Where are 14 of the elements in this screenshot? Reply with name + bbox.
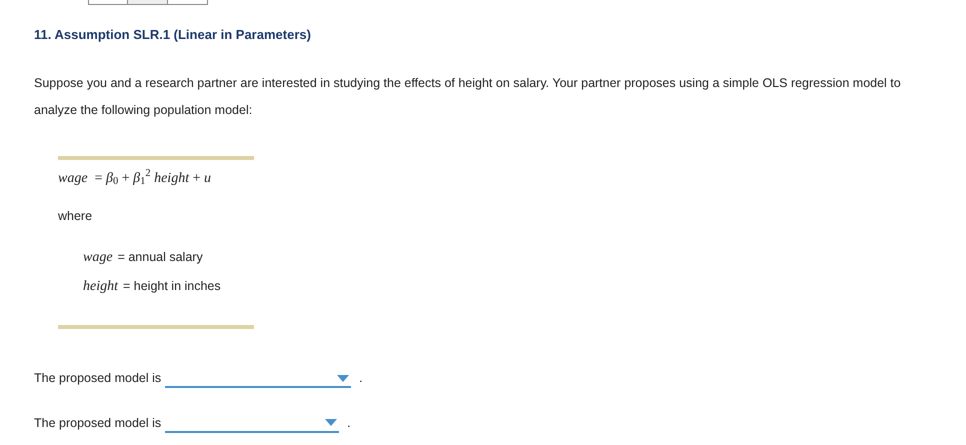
period-mark: . xyxy=(347,415,351,432)
equation: wage = β$_{0}$ + β$_{1}$$^{2}$ height + u xyxy=(58,168,212,188)
intro-paragraph: Suppose you and a research partner are interested in studying the effects of height on salary. Your partner proposes using a simple OLS regression model to analyze the following population model: xyxy=(34,74,902,119)
where-label: where xyxy=(58,208,94,224)
variable-name: height xyxy=(83,278,118,296)
period-mark: . xyxy=(359,370,363,388)
caret-icon xyxy=(325,419,338,426)
question-prompt: The proposed model is xyxy=(34,370,162,388)
variable-definition: = annual salary xyxy=(118,249,203,266)
variable-definition: = height in inches xyxy=(123,278,221,296)
question-prompt: The proposed model is xyxy=(34,415,162,432)
question-heading: 11. Assumption SLR.1 (Linear in Parameters) xyxy=(34,26,312,44)
variable-name: wage xyxy=(83,249,113,268)
caret-icon xyxy=(337,374,350,382)
